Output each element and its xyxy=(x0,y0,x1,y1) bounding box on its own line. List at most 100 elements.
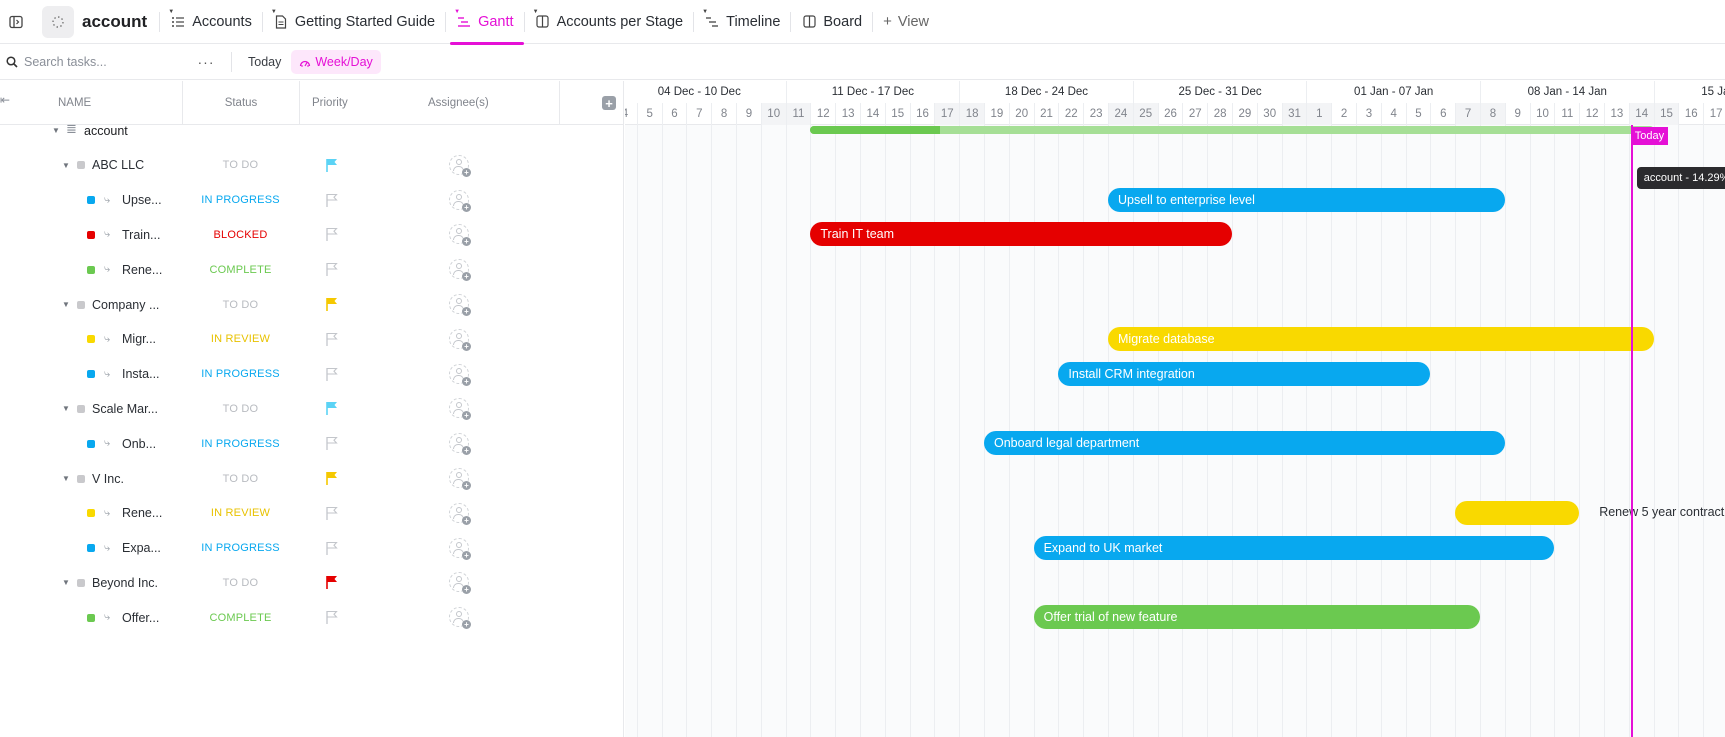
status-badge[interactable]: TO DO xyxy=(182,473,299,485)
status-square[interactable] xyxy=(87,230,95,239)
caret-down-icon[interactable]: ▼ xyxy=(52,126,60,135)
tab-accounts-per-stage[interactable]: ▼ Accounts per Stage xyxy=(525,0,694,44)
priority-flag-empty-icon[interactable] xyxy=(326,506,338,520)
more-options-button[interactable]: ··· xyxy=(191,54,221,70)
caret-down-icon[interactable]: ▼ xyxy=(62,300,70,309)
tab-board[interactable]: Board xyxy=(791,0,872,44)
status-badge[interactable]: IN PROGRESS xyxy=(182,438,299,450)
task-row[interactable]: ⤷ Migr... IN REVIEW + xyxy=(0,322,624,357)
add-assignee-icon[interactable]: + xyxy=(449,398,471,421)
status-badge[interactable]: IN REVIEW xyxy=(182,333,299,345)
caret-down-icon[interactable]: ▼ xyxy=(62,404,70,413)
status-square[interactable] xyxy=(87,613,95,622)
task-row[interactable]: ⤷ Train... BLOCKED + xyxy=(0,217,624,252)
row-name[interactable]: Scale Mar... xyxy=(92,402,158,416)
gantt-bar[interactable]: Onboard legal department xyxy=(984,431,1505,456)
status-badge[interactable]: BLOCKED xyxy=(182,229,299,241)
status-badge[interactable]: TO DO xyxy=(182,577,299,589)
row-name[interactable]: Beyond Inc. xyxy=(92,576,158,590)
add-assignee-icon[interactable]: + xyxy=(449,259,471,282)
tab-gantt[interactable]: ▼ Gantt xyxy=(446,0,525,45)
priority-flag-icon[interactable] xyxy=(326,401,338,416)
add-assignee-icon[interactable]: + xyxy=(449,224,471,247)
group-row[interactable]: ▼ Beyond Inc. TO DO + xyxy=(0,565,624,600)
status-badge[interactable]: TO DO xyxy=(182,403,299,415)
add-assignee-icon[interactable]: + xyxy=(449,189,471,212)
gantt-bar[interactable]: Migrate database xyxy=(1108,326,1654,351)
tab-getting-started-guide[interactable]: ▼ Getting Started Guide xyxy=(263,0,445,44)
priority-flag-icon[interactable] xyxy=(326,575,338,590)
gantt-bar[interactable]: Upsell to enterprise level xyxy=(1108,187,1505,212)
status-badge[interactable]: IN REVIEW xyxy=(182,507,299,519)
priority-flag-empty-icon[interactable] xyxy=(326,262,338,277)
status-square[interactable] xyxy=(87,265,95,274)
add-assignee-icon[interactable]: + xyxy=(449,572,471,595)
row-name[interactable]: Onb... xyxy=(122,437,156,451)
task-row[interactable]: ⤷ Upse... IN PROGRESS + xyxy=(0,183,624,218)
status-badge[interactable]: IN PROGRESS xyxy=(182,368,299,380)
add-assignee-icon[interactable]: + xyxy=(449,502,471,525)
add-assignee-icon[interactable]: + xyxy=(449,363,471,386)
search-input[interactable] xyxy=(24,55,174,69)
add-view-button[interactable]: + View xyxy=(873,0,939,44)
sidebar-toggle-button[interactable] xyxy=(2,8,30,36)
priority-flag-empty-icon[interactable] xyxy=(326,227,338,242)
priority-flag-empty-icon[interactable] xyxy=(326,332,338,346)
space-avatar[interactable] xyxy=(42,5,74,38)
group-row[interactable]: ▼ Company ... TO DO + xyxy=(0,287,624,322)
caret-down-icon[interactable]: ▼ xyxy=(62,474,70,483)
priority-flag-empty-icon[interactable] xyxy=(326,541,338,555)
status-square[interactable] xyxy=(87,370,95,379)
add-column-icon[interactable]: + xyxy=(602,96,616,110)
status-square[interactable] xyxy=(87,544,95,553)
list-row[interactable]: ▼ ≣ account xyxy=(0,113,624,148)
group-row[interactable]: ▼ ABC LLC TO DO + xyxy=(0,148,624,183)
status-badge[interactable]: COMPLETE xyxy=(182,264,299,276)
row-name[interactable]: Rene... xyxy=(122,506,162,520)
status-square[interactable] xyxy=(87,439,95,448)
status-badge[interactable]: TO DO xyxy=(182,299,299,311)
gantt-bar[interactable]: Install CRM integration xyxy=(1058,361,1431,386)
time-scale-button[interactable]: Week/Day xyxy=(291,50,381,74)
add-assignee-icon[interactable]: + xyxy=(449,537,471,560)
row-name[interactable]: Migr... xyxy=(122,332,156,346)
collapse-panel-icon[interactable]: ⇤ xyxy=(0,93,10,107)
add-assignee-icon[interactable]: + xyxy=(449,433,471,456)
add-assignee-icon[interactable]: + xyxy=(449,154,471,177)
summary-progress-bar[interactable] xyxy=(810,126,1654,134)
task-row[interactable]: ⤷ Rene... COMPLETE + xyxy=(0,252,624,287)
add-assignee-icon[interactable]: + xyxy=(449,468,471,490)
status-square[interactable] xyxy=(87,335,95,344)
caret-down-icon[interactable]: ▼ xyxy=(62,161,70,170)
tab-timeline[interactable]: ▼ Timeline xyxy=(694,0,790,44)
task-row[interactable]: ⤷ Onb... IN PROGRESS + xyxy=(0,426,624,461)
gantt-bar[interactable]: Offer trial of new feature xyxy=(1033,605,1480,630)
status-square[interactable] xyxy=(87,509,95,518)
tab-accounts[interactable]: ▼ Accounts xyxy=(160,0,262,44)
row-name[interactable]: Company ... xyxy=(92,298,159,312)
priority-flag-empty-icon[interactable] xyxy=(326,367,338,381)
priority-flag-empty-icon[interactable] xyxy=(326,610,338,625)
group-row[interactable]: ▼ Scale Mar... TO DO + xyxy=(0,391,624,426)
task-row[interactable]: ⤷ Insta... IN PROGRESS + xyxy=(0,357,624,392)
gantt-bar[interactable] xyxy=(1455,500,1580,525)
priority-flag-icon[interactable] xyxy=(326,297,338,311)
row-name[interactable]: V Inc. xyxy=(92,472,124,486)
row-name[interactable]: account xyxy=(84,124,128,138)
caret-down-icon[interactable]: ▼ xyxy=(62,578,70,587)
priority-flag-icon[interactable] xyxy=(326,158,338,172)
priority-flag-empty-icon[interactable] xyxy=(326,193,338,207)
status-badge[interactable]: IN PROGRESS xyxy=(182,542,299,554)
today-button[interactable]: Today xyxy=(242,51,287,73)
group-row[interactable]: ▼ V Inc. TO DO + xyxy=(0,461,624,496)
task-row[interactable]: ⤷ Rene... IN REVIEW + xyxy=(0,496,624,531)
row-name[interactable]: Expa... xyxy=(122,541,161,555)
add-assignee-icon[interactable]: + xyxy=(449,294,471,316)
row-name[interactable]: ABC LLC xyxy=(92,158,144,172)
status-badge[interactable]: IN PROGRESS xyxy=(182,194,299,206)
add-assignee-icon[interactable]: + xyxy=(449,328,471,351)
priority-flag-empty-icon[interactable] xyxy=(326,436,338,451)
row-name[interactable]: Insta... xyxy=(122,367,160,381)
row-name[interactable]: Offer... xyxy=(122,611,159,625)
gantt-bar[interactable]: Expand to UK market xyxy=(1033,535,1555,560)
